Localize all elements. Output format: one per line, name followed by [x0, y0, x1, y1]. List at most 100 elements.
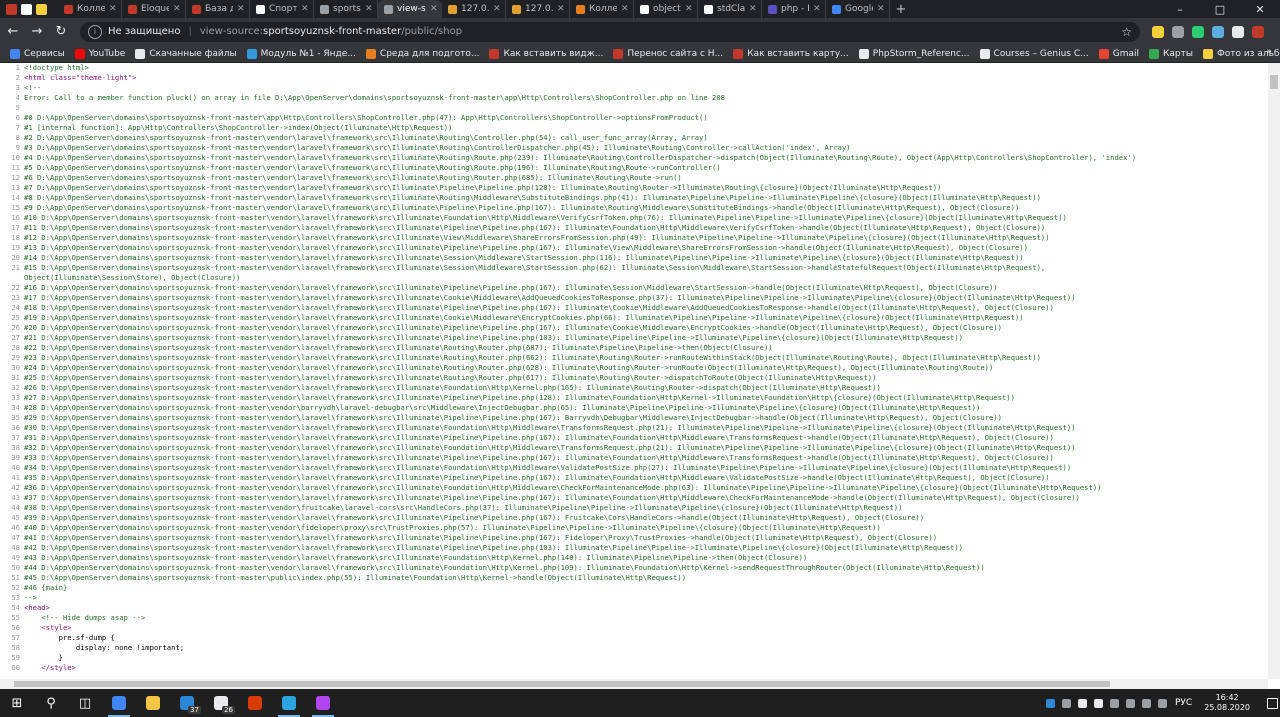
taskbar-app-chrome[interactable] [102, 689, 136, 717]
tray-icon[interactable] [1139, 689, 1155, 717]
tab-close-icon[interactable]: ✕ [237, 4, 245, 14]
bookmark-star-icon[interactable]: ☆ [1121, 25, 1132, 39]
address-bar[interactable]: i Не защищено | view-source: sportsoyuzns… [80, 21, 1140, 42]
browser-tab[interactable]: Спортсой ✕ [250, 0, 314, 18]
browser-tab[interactable]: 127.0.0.1 ✕ [506, 0, 570, 18]
tab-close-icon[interactable]: ✕ [685, 4, 693, 14]
forward-button[interactable]: → [26, 21, 48, 43]
maximize-button[interactable]: □ [1200, 0, 1240, 18]
tab-close-icon[interactable]: ✕ [621, 4, 629, 14]
bookmark-item[interactable]: Gmail [1098, 48, 1139, 59]
browser-tab[interactable]: Eloquent ✕ [122, 0, 186, 18]
bookmark-item[interactable]: YouTube [74, 48, 125, 59]
tab-close-icon[interactable]: ✕ [430, 4, 438, 14]
horizontal-scrollbar[interactable] [0, 679, 1268, 689]
info-icon[interactable]: i [88, 24, 102, 39]
tray-icon[interactable] [1107, 689, 1123, 717]
reload-button[interactable]: ↻ [50, 21, 72, 43]
line-number: 57 [11, 633, 20, 642]
browser-tab[interactable]: Google П ✕ [826, 0, 890, 18]
tab-close-icon[interactable]: ✕ [749, 4, 757, 14]
tab-close-icon[interactable]: ✕ [109, 4, 117, 14]
line-number: 35 [11, 413, 20, 422]
close-window-button[interactable]: ✕ [1240, 0, 1280, 18]
bookmark-item[interactable]: Как вставить видж... [489, 48, 603, 59]
line-content: #21 D:\App\OpenServer\domains\sportsoyuz… [24, 333, 964, 342]
tab-close-icon[interactable]: ✕ [365, 4, 373, 14]
browser-tab[interactable]: База данн ✕ [186, 0, 250, 18]
minimize-button[interactable]: – [1160, 0, 1200, 18]
taskbar-app-explorer[interactable] [136, 689, 170, 717]
line-content: #36 D:\App\OpenServer\domains\sportsoyuz… [24, 483, 1102, 492]
bookmark-item[interactable]: Скачанные файлы [135, 48, 237, 59]
browser-tab[interactable]: Коллекци ✕ [58, 0, 122, 18]
tray-icon[interactable] [1075, 689, 1091, 717]
line-content: #46 {main} [24, 583, 68, 592]
taskbar-app-telegram[interactable] [272, 689, 306, 717]
tray-icon[interactable] [1059, 689, 1075, 717]
bookmark-item[interactable]: Courses – Genius C... [979, 48, 1089, 59]
line-number: 41 [11, 473, 20, 482]
scroll-thumb[interactable] [1270, 75, 1278, 89]
tray-icon[interactable] [1043, 689, 1059, 717]
back-button[interactable]: ← [2, 21, 24, 43]
tray-icon[interactable] [1155, 689, 1171, 717]
tab-close-icon[interactable]: ✕ [877, 4, 885, 14]
search-icon[interactable]: ⚲ [34, 689, 68, 717]
bookmark-item[interactable]: Перенос сайта с Н... [613, 48, 723, 59]
notifications-icon[interactable] [1264, 689, 1280, 717]
pinned-tab-icon[interactable] [36, 3, 47, 15]
tab-close-icon[interactable]: ✕ [557, 4, 565, 14]
task-view-icon[interactable]: ◫ [68, 689, 102, 717]
tab-label: 127.0.0.1 [461, 4, 489, 14]
tray-icon[interactable] [1123, 689, 1139, 717]
taskbar-app-mail[interactable]: 37 [170, 689, 204, 717]
taskbar-app-office[interactable] [238, 689, 272, 717]
tab-close-icon[interactable]: ✕ [493, 4, 501, 14]
extension-icon[interactable] [1192, 25, 1204, 38]
tab-close-icon[interactable]: ✕ [301, 4, 309, 14]
source-line: 5 [0, 103, 1268, 113]
bookmark-item[interactable]: Сервисы [10, 48, 65, 59]
language-indicator[interactable]: РУС [1175, 698, 1192, 708]
source-line: 42 #36 D:\App\OpenServer\domains\sportsoy… [0, 483, 1268, 493]
taskbar-app-notes[interactable]: 26 [204, 689, 238, 717]
line-content: #28 D:\App\OpenServer\domains\sportsoyuz… [24, 403, 981, 412]
tab-label: object(std [653, 4, 681, 14]
browser-tab[interactable]: sportsoyu ✕ [314, 0, 378, 18]
extension-icon[interactable] [1172, 25, 1184, 38]
start-button[interactable]: ⊞ [0, 689, 34, 717]
bookmark-item[interactable]: Модуль №1 - Яндe... [246, 48, 356, 59]
extension-icon[interactable] [1252, 25, 1264, 38]
extension-icon[interactable] [1232, 25, 1244, 38]
browser-tab[interactable]: Коллекци ✕ [570, 0, 634, 18]
line-content: Error: Call to a member function pluck()… [24, 93, 726, 102]
line-content: #44 D:\App\OpenServer\domains\sportsoyuz… [24, 563, 985, 572]
bookmark-item[interactable]: Как вставить карту... [733, 48, 849, 59]
new-tab-button[interactable]: + [890, 0, 912, 18]
tab-close-icon[interactable]: ✕ [813, 4, 821, 14]
browser-tab[interactable]: stdClass ✕ [698, 0, 762, 18]
browser-tab[interactable]: php - He ✕ [762, 0, 826, 18]
bookmark-item[interactable]: Карты [1148, 48, 1193, 59]
line-content: #20 D:\App\OpenServer\domains\sportsoyuz… [24, 323, 1002, 332]
browser-tab[interactable]: object(std ✕ [634, 0, 698, 18]
browser-tab[interactable]: 127.0.0.1 ✕ [442, 0, 506, 18]
extension-icon[interactable] [1212, 25, 1224, 38]
extension-icon[interactable] [1152, 25, 1164, 38]
clock[interactable]: 16:42 25.08.2020 [1204, 693, 1250, 713]
vertical-scrollbar[interactable] [1268, 63, 1280, 679]
line-content: #16 D:\App\OpenServer\domains\sportsoyuz… [24, 283, 998, 292]
bookmark-item[interactable]: Среда для подгото... [365, 48, 479, 59]
line-number: 39 [11, 453, 20, 462]
pinned-tab-icon[interactable] [21, 3, 32, 15]
more-bookmarks-icon[interactable]: » [1266, 47, 1272, 57]
tab-close-icon[interactable]: ✕ [173, 4, 181, 14]
taskbar-app-phpstorm[interactable] [306, 689, 340, 717]
bookmark-item[interactable]: PhpStorm_Referenc... [858, 48, 970, 59]
browser-tab[interactable]: view-sourc ✕ [378, 0, 442, 18]
line-number: 13 [11, 183, 20, 192]
pinned-tab-icon[interactable] [6, 3, 17, 15]
scroll-thumb[interactable] [14, 681, 1110, 687]
tray-icon[interactable] [1091, 689, 1107, 717]
